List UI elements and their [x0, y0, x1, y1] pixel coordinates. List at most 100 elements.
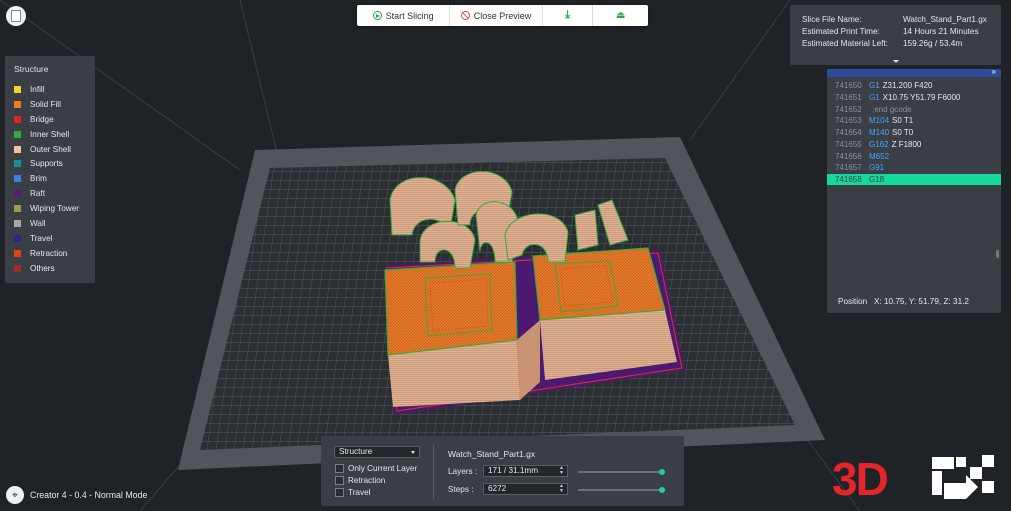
gcode-line[interactable]: 741652 ;end gcode	[827, 103, 1001, 115]
slider-handle[interactable]	[659, 469, 665, 475]
legend-item: Travel	[14, 231, 95, 246]
file-name-value: Watch_Stand_Part1.gx	[903, 15, 987, 24]
gcode-line[interactable]: 741658 G18	[827, 173, 1001, 186]
chevron-down-icon	[411, 451, 415, 454]
send-to-printer-button[interactable]: ⏏	[593, 5, 648, 26]
start-slicing-button[interactable]: Start Slicing	[357, 5, 451, 26]
play-icon	[372, 11, 382, 20]
gcode-line[interactable]: 741655 G162 Z F1800	[827, 139, 1001, 151]
legend-item: Retraction	[14, 246, 95, 261]
download-icon: ⤓	[565, 9, 570, 21]
legend-label: Bridge	[30, 114, 54, 124]
legend-swatch	[14, 115, 21, 123]
gcode-line[interactable]: 741654 M140 S0 T0	[827, 127, 1001, 139]
close-preview-button[interactable]: Close Preview	[450, 5, 543, 26]
layers-spinbox[interactable]: 171 / 31.1mm ▲ ▼	[483, 465, 568, 477]
gcode-line[interactable]: 741650 G1 Z31.200 F420	[827, 80, 1001, 92]
retraction-checkbox[interactable]: Retraction	[335, 476, 385, 485]
legend-swatch	[14, 249, 21, 257]
legend-item: Outer Shell	[14, 142, 95, 157]
legend-item: Infill	[14, 82, 95, 97]
layer-file-name: Watch_Stand_Part1.gx	[448, 449, 536, 459]
checkbox-box[interactable]	[335, 488, 344, 497]
top-toolbar: Start Slicing Close Preview ⤓ ⏏	[357, 5, 648, 26]
gcode-command: G162	[869, 139, 889, 149]
position-readout: Position X: 10.75, Y: 51.79, Z: 31.2	[838, 297, 969, 306]
travel-checkbox[interactable]: Travel	[335, 488, 370, 497]
gcode-line[interactable]: 741656 M652	[827, 150, 1001, 162]
legend-item: Supports	[14, 156, 95, 171]
legend-swatch	[14, 85, 21, 93]
layer-control-panel: Structure Only Current Layer Retraction …	[321, 436, 684, 506]
legend-label: Supports	[30, 159, 63, 169]
checkbox-box[interactable]	[335, 464, 344, 473]
ban-icon	[460, 11, 470, 20]
steps-value: 6272	[488, 484, 507, 493]
travel-label: Travel	[348, 488, 371, 497]
legend-label: Travel	[30, 233, 53, 243]
legend-swatch	[14, 205, 21, 213]
legend-label: Inner Shell	[30, 129, 70, 139]
steps-slider[interactable]	[578, 487, 665, 493]
gcode-command: M652	[869, 151, 890, 161]
file-name-label: Slice File Name:	[802, 15, 862, 24]
gcode-panel[interactable]: » 741650 G1 Z31.200 F420 741651 G1 X10.75 Y51…	[827, 69, 1001, 313]
spin-arrows-icon[interactable]: ▲ ▼	[559, 484, 564, 494]
gcode-line[interactable]: 741651 G1 X10.75 Y51.79 F6000	[827, 92, 1001, 104]
print-time-label: Estimated Print Time:	[802, 27, 880, 36]
printer-mode: ⌖ Creator 4 - 0.4 - Normal Mode	[6, 486, 147, 504]
gcode-command: G1	[869, 93, 880, 103]
material-label: Estimated Material Left:	[802, 39, 889, 48]
legend-swatch	[14, 160, 21, 168]
legend-label: Others	[30, 263, 55, 273]
gcode-command: G91	[869, 163, 885, 173]
checkbox-box[interactable]	[335, 476, 344, 485]
steps-spinbox[interactable]: 6272 ▲ ▼	[483, 483, 568, 495]
gcode-line[interactable]: 741657 G91	[827, 162, 1001, 174]
structure-select-value: Structure	[339, 447, 373, 456]
legend-label: Outer Shell	[30, 144, 71, 154]
mode-label: Creator 4 - 0.4 - Normal Mode	[30, 490, 148, 500]
legend-label: Wiping Tower	[30, 204, 79, 214]
structure-legend: Structure Infill Solid Fill Bridge Inner Sh…	[5, 56, 95, 283]
legend-swatch	[14, 190, 21, 198]
gcode-command: M140	[869, 128, 890, 138]
legend-swatch	[14, 145, 21, 153]
close-preview-label: Close Preview	[473, 10, 532, 21]
legend-label: Infill	[30, 84, 45, 94]
legend-title: Structure	[14, 64, 49, 74]
gcode-args: X10.75 Y51.79 F6000	[882, 93, 961, 103]
gcode-args: S0 T0	[892, 128, 914, 138]
gcode-line-number: 741658	[835, 174, 862, 184]
scrollbar[interactable]	[996, 250, 999, 258]
legend-swatch	[14, 175, 21, 183]
gcode-line-number: 741656	[835, 151, 862, 161]
layers-label: Layers :	[448, 467, 478, 476]
legend-item: Inner Shell	[14, 127, 95, 142]
gcode-line-number: 741657	[835, 163, 862, 173]
spin-arrows-icon[interactable]: ▲ ▼	[559, 466, 564, 476]
layers-value: 171 / 31.1mm	[488, 466, 539, 475]
chevron-down-icon[interactable]	[893, 60, 899, 63]
gcode-args: Z31.200 F420	[882, 81, 933, 91]
legend-swatch	[14, 264, 21, 272]
expand-icon[interactable]: »	[992, 69, 996, 76]
structure-select[interactable]: Structure	[334, 446, 420, 458]
gcode-line[interactable]: 741653 M104 S0 T1	[827, 115, 1001, 127]
file-icon[interactable]	[6, 6, 26, 26]
position-value: X: 10.75, Y: 51.79, Z: 31.2	[873, 297, 969, 306]
gcode-command: G18	[869, 174, 885, 184]
slider-handle[interactable]	[659, 487, 665, 493]
legend-label: Brim	[30, 174, 47, 184]
printer-icon[interactable]: ⌖	[6, 486, 24, 504]
legend-label: Retraction	[30, 248, 68, 258]
divider	[433, 444, 434, 500]
legend-item: Bridge	[14, 112, 95, 127]
gcode-line-number: 741650	[835, 81, 862, 91]
steps-label: Steps :	[448, 485, 474, 494]
only-current-layer-checkbox[interactable]: Only Current Layer	[335, 464, 417, 473]
printer-icon: ⏏	[615, 10, 626, 21]
layers-slider[interactable]	[578, 469, 665, 475]
gcode-args: Z F1800	[891, 139, 922, 149]
download-button[interactable]: ⤓	[543, 5, 594, 26]
